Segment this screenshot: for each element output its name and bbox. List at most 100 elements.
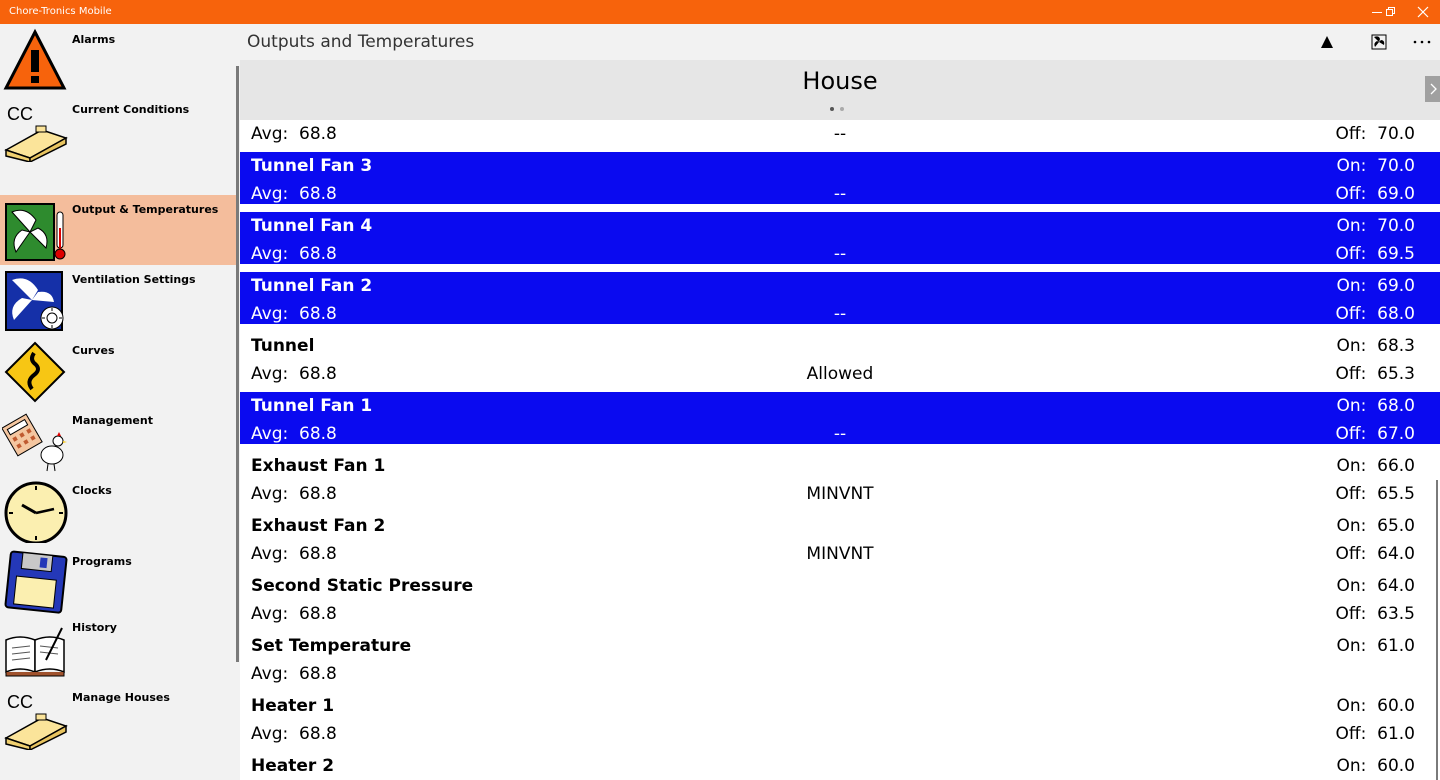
off-setpoint: Off: 70.0 bbox=[1335, 124, 1415, 144]
output-name: Heater 2 bbox=[251, 756, 335, 776]
on-setpoint: On: 60.0 bbox=[1336, 756, 1415, 776]
outputs-list[interactable]: Avg: 68.8 -- Off: 70.0 Tunnel Fan 3 Avg: 68.… bbox=[240, 120, 1440, 780]
output-status: -- bbox=[833, 424, 847, 444]
fan-thermometer-icon bbox=[5, 203, 66, 261]
output-name: Set Temperature bbox=[251, 636, 412, 656]
curve-sign-icon bbox=[4, 341, 66, 403]
sidebar-item-ventilation-settings[interactable]: Ventilation Settings bbox=[0, 265, 237, 335]
output-status: -- bbox=[833, 304, 847, 324]
output-row[interactable]: Tunnel Fan 1 Avg: 68.8 -- On: 68.0 Off: 67.0 bbox=[240, 392, 1440, 444]
sidebar: Alarms CC Current Conditions Output & Te… bbox=[0, 24, 239, 780]
up-arrow-icon bbox=[1321, 36, 1333, 48]
output-row[interactable]: Exhaust Fan 1 Avg: 68.8 MINVNT On: 66.0 Off:… bbox=[240, 452, 1440, 508]
page-dot-active[interactable] bbox=[830, 107, 834, 111]
on-setpoint: On: 68.3 bbox=[1336, 336, 1415, 356]
sidebar-item-label: Output & Temperatures bbox=[72, 203, 219, 216]
output-row[interactable]: Second Static Pressure Avg: 68.8 On: 64.0 O… bbox=[240, 572, 1440, 628]
calculator-chicken-icon bbox=[2, 413, 67, 472]
on-setpoint: On: 64.0 bbox=[1336, 576, 1415, 596]
output-row[interactable]: Tunnel Fan 2 Avg: 68.8 -- On: 69.0 Off: 68.0 bbox=[240, 272, 1440, 324]
output-row[interactable]: Avg: 68.8 -- Off: 70.0 bbox=[240, 120, 1440, 148]
sidebar-item-alarms[interactable]: Alarms bbox=[0, 25, 237, 95]
sidebar-item-label: History bbox=[72, 621, 117, 634]
output-status: Allowed bbox=[806, 364, 874, 384]
output-status: MINVNT bbox=[806, 484, 874, 504]
output-name: Exhaust Fan 1 bbox=[251, 456, 386, 476]
average-temperature: Avg: 68.8 bbox=[251, 664, 337, 684]
average-temperature: Avg: 68.8 bbox=[251, 724, 337, 744]
off-setpoint: Off: 68.0 bbox=[1335, 304, 1415, 324]
house-cc-icon: CC bbox=[4, 104, 68, 162]
up-button[interactable] bbox=[1313, 30, 1341, 54]
output-name: Exhaust Fan 2 bbox=[251, 516, 386, 536]
on-setpoint: On: 70.0 bbox=[1336, 216, 1415, 236]
sidebar-item-clocks[interactable]: Clocks bbox=[0, 476, 237, 546]
output-name: Tunnel Fan 1 bbox=[251, 396, 373, 416]
off-setpoint: Off: 69.0 bbox=[1335, 184, 1415, 204]
sidebar-item-output-temperatures[interactable]: Output & Temperatures bbox=[0, 195, 237, 265]
output-row[interactable]: Tunnel Fan 4 Avg: 68.8 -- On: 70.0 Off: 69.5 bbox=[240, 212, 1440, 264]
off-setpoint: Off: 64.0 bbox=[1335, 544, 1415, 564]
output-status: -- bbox=[833, 184, 847, 204]
fan-button[interactable] bbox=[1365, 30, 1393, 54]
page-dot[interactable] bbox=[840, 107, 844, 111]
svg-text:CC: CC bbox=[7, 692, 33, 712]
sidebar-item-current-conditions[interactable]: CC Current Conditions bbox=[0, 95, 237, 165]
output-row[interactable]: Set Temperature Avg: 68.8 On: 61.0 bbox=[240, 632, 1440, 688]
output-row[interactable]: Heater 1 Avg: 68.8 On: 60.0 Off: 61.0 bbox=[240, 692, 1440, 748]
on-setpoint: On: 70.0 bbox=[1336, 156, 1415, 176]
output-row[interactable]: Tunnel Fan 3 Avg: 68.8 -- On: 70.0 Off: 69.0 bbox=[240, 152, 1440, 204]
fan-sun-icon bbox=[5, 271, 64, 331]
output-name: Tunnel Fan 2 bbox=[251, 276, 373, 296]
sidebar-item-management[interactable]: Management bbox=[0, 406, 237, 476]
fan-icon bbox=[1371, 34, 1387, 50]
off-setpoint: Off: 67.0 bbox=[1335, 424, 1415, 444]
off-setpoint: Off: 69.5 bbox=[1335, 244, 1415, 264]
sidebar-item-label: Current Conditions bbox=[72, 103, 190, 116]
on-setpoint: On: 68.0 bbox=[1336, 396, 1415, 416]
title-bar: Chore-Tronics Mobile bbox=[0, 0, 1440, 24]
output-row[interactable]: Tunnel Avg: 68.8 Allowed On: 68.3 Off: 65.3 bbox=[240, 332, 1440, 388]
close-button[interactable] bbox=[1400, 0, 1440, 24]
house-cc-icon: CC bbox=[4, 692, 68, 750]
output-name: Heater 1 bbox=[251, 696, 335, 716]
sidebar-item-manage-houses[interactable]: CC Manage Houses bbox=[0, 683, 237, 753]
more-button[interactable] bbox=[1408, 30, 1436, 54]
output-row[interactable]: Exhaust Fan 2 Avg: 68.8 MINVNT On: 65.0 Off:… bbox=[240, 512, 1440, 568]
sidebar-item-history[interactable]: History bbox=[0, 613, 237, 683]
warning-icon bbox=[3, 28, 67, 90]
average-temperature: Avg: 68.8 bbox=[251, 604, 337, 624]
sidebar-item-programs[interactable]: Programs bbox=[0, 547, 237, 617]
next-house-button[interactable] bbox=[1425, 76, 1440, 102]
sidebar-item-label: Alarms bbox=[72, 33, 116, 46]
app-title: Chore-Tronics Mobile bbox=[9, 6, 112, 17]
content-scrollbar[interactable] bbox=[1436, 480, 1438, 780]
chevron-right-icon bbox=[1430, 83, 1437, 95]
on-setpoint: On: 61.0 bbox=[1336, 636, 1415, 656]
sidebar-scrollbar[interactable] bbox=[236, 66, 239, 662]
off-setpoint: Off: 65.3 bbox=[1335, 364, 1415, 384]
output-name: Tunnel Fan 4 bbox=[251, 216, 373, 236]
off-setpoint: Off: 61.0 bbox=[1335, 724, 1415, 744]
svg-text:CC: CC bbox=[7, 104, 33, 124]
output-row[interactable]: Heater 2 On: 60.0 bbox=[240, 752, 1440, 780]
clock-icon bbox=[4, 481, 68, 543]
on-setpoint: On: 60.0 bbox=[1336, 696, 1415, 716]
sidebar-item-label: Management bbox=[72, 414, 153, 427]
on-setpoint: On: 65.0 bbox=[1336, 516, 1415, 536]
house-pivot-header: House bbox=[240, 60, 1440, 120]
close-icon bbox=[1417, 6, 1429, 18]
book-icon bbox=[5, 627, 65, 677]
more-icon bbox=[1413, 40, 1431, 44]
on-setpoint: On: 69.0 bbox=[1336, 276, 1415, 296]
house-title: House bbox=[802, 67, 878, 95]
sidebar-item-label: Programs bbox=[72, 555, 132, 568]
sidebar-item-label: Manage Houses bbox=[72, 691, 170, 704]
on-setpoint: On: 66.0 bbox=[1336, 456, 1415, 476]
output-status: MINVNT bbox=[806, 544, 874, 564]
output-status: -- bbox=[833, 244, 847, 264]
sidebar-item-label: Curves bbox=[72, 344, 115, 357]
sidebar-item-label: Clocks bbox=[72, 484, 112, 497]
sidebar-item-curves[interactable]: Curves bbox=[0, 336, 237, 406]
off-setpoint: Off: 65.5 bbox=[1335, 484, 1415, 504]
